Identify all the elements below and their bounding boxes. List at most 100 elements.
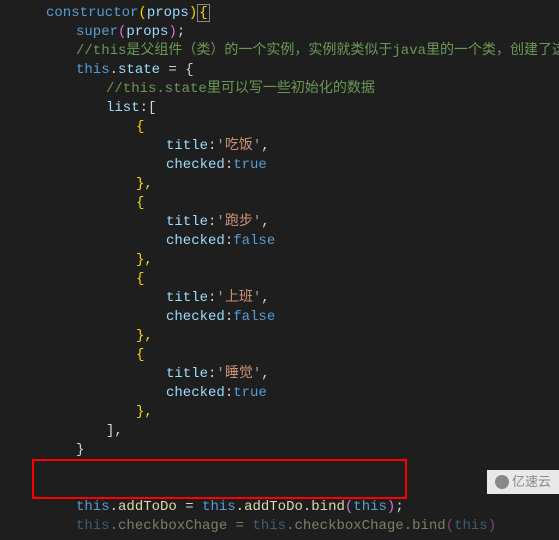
prop-title: title	[166, 214, 208, 230]
paren: )	[189, 5, 197, 21]
code-line: },	[46, 327, 559, 346]
code-line: },	[46, 403, 559, 422]
method-addtodo: addToDo	[244, 499, 303, 515]
code-line: title:'睡觉',	[46, 365, 559, 384]
string-value: '吃饭'	[216, 138, 261, 154]
code-line: }	[46, 441, 559, 460]
dot: .	[236, 499, 244, 515]
prop-checked: checked	[166, 385, 225, 401]
brace: {	[136, 271, 144, 287]
keyword-this: this	[454, 518, 488, 534]
code-line: ],	[46, 422, 559, 441]
colon: :	[225, 385, 233, 401]
code-line: {	[46, 346, 559, 365]
keyword-this: this	[252, 518, 286, 534]
code-line: checked:true	[46, 156, 559, 175]
code-line	[46, 460, 559, 479]
paren: (	[138, 5, 146, 21]
brace-close: },	[136, 176, 153, 192]
comma: ,	[261, 214, 269, 230]
code-line: this.checkboxChage = this.checkboxChage.…	[46, 517, 559, 536]
method-checkbox: checkboxChage	[294, 518, 403, 534]
code-line: {	[46, 194, 559, 213]
code-line: checked:false	[46, 232, 559, 251]
paren: )	[168, 24, 176, 40]
dot: .	[110, 499, 118, 515]
brace-close: },	[136, 328, 153, 344]
paren: )	[488, 518, 496, 534]
paren: (	[446, 518, 454, 534]
bracket-open: :[	[140, 100, 157, 116]
code-line: super(props);	[46, 23, 559, 42]
dot: .	[110, 518, 118, 534]
code-line: checked:true	[46, 384, 559, 403]
colon: :	[225, 233, 233, 249]
op-eq: =	[227, 518, 252, 534]
op-eq: =	[177, 499, 202, 515]
watermark: 亿速云	[487, 470, 559, 494]
param-props: props	[126, 24, 168, 40]
code-line: title:'上班',	[46, 289, 559, 308]
string-value: '上班'	[216, 290, 261, 306]
dot: .	[404, 518, 412, 534]
comma: ,	[261, 138, 269, 154]
bracket-close: ],	[106, 423, 123, 439]
code-line: checked:false	[46, 308, 559, 327]
code-line: this.addToDo = this.addToDo.bind(this);	[46, 498, 559, 517]
bool-false: false	[233, 309, 275, 325]
code-block: constructor(props){ super(props); //this…	[0, 0, 559, 540]
brace: {	[136, 195, 144, 211]
code-line: {	[46, 270, 559, 289]
prop-checked: checked	[166, 157, 225, 173]
code-line: title:'跑步',	[46, 213, 559, 232]
code-line: },	[46, 175, 559, 194]
prop-state: state	[118, 62, 160, 78]
keyword-this: this	[76, 62, 110, 78]
dot: .	[286, 518, 294, 534]
code-line	[46, 479, 559, 498]
semicolon: ;	[177, 24, 185, 40]
code-line: title:'吃饭',	[46, 137, 559, 156]
op-eq: = {	[160, 62, 194, 78]
keyword-this: this	[76, 518, 110, 534]
code-line: },	[46, 251, 559, 270]
keyword-this: this	[353, 499, 387, 515]
watermark-text: 亿速云	[512, 473, 551, 491]
code-line: {	[46, 118, 559, 137]
string-value: '睡觉'	[216, 366, 261, 382]
brace: {	[136, 347, 144, 363]
prop-checked: checked	[166, 233, 225, 249]
brace: {	[136, 119, 144, 135]
comma: ,	[261, 290, 269, 306]
code-line: list:[	[46, 99, 559, 118]
bool-false: false	[233, 233, 275, 249]
string-value: '跑步'	[216, 214, 261, 230]
prop-checked: checked	[166, 309, 225, 325]
brace-close: },	[136, 404, 153, 420]
keyword-constructor: constructor	[46, 5, 138, 21]
keyword-this: this	[202, 499, 236, 515]
colon: :	[225, 309, 233, 325]
brace: }	[76, 442, 84, 458]
method-bind: bind	[311, 499, 345, 515]
keyword-this: this	[76, 499, 110, 515]
brace-close: },	[136, 252, 153, 268]
code-line: constructor(props){	[46, 4, 559, 23]
comma: ,	[261, 366, 269, 382]
colon: :	[225, 157, 233, 173]
bool-true: true	[233, 385, 267, 401]
code-line: //this.state里可以写一些初始化的数据	[46, 80, 559, 99]
dot: .	[110, 62, 118, 78]
prop-list: list	[106, 100, 140, 116]
prop-title: title	[166, 290, 208, 306]
code-line: this.state = {	[46, 61, 559, 80]
brace: {	[197, 4, 209, 22]
code-line: //this是父组件（类）的一个实例，实例就类似于java里的一个类，创建了这	[46, 42, 559, 61]
method-bind: bind	[412, 518, 446, 534]
keyword-super: super	[76, 24, 118, 40]
comment: //this.state里可以写一些初始化的数据	[106, 81, 375, 97]
bool-true: true	[233, 157, 267, 173]
prop-title: title	[166, 366, 208, 382]
comment: //this是父组件（类）的一个实例，实例就类似于java里的一个类，创建了这	[76, 43, 559, 59]
param-props: props	[147, 5, 189, 21]
